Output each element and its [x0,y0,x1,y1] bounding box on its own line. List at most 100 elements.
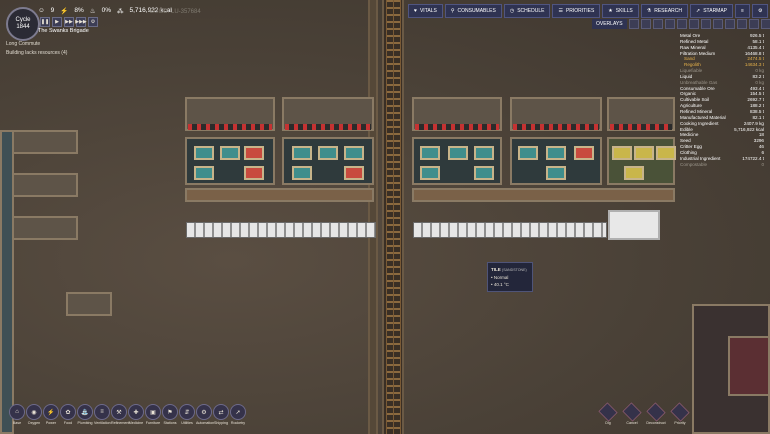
star-icon: ★ [608,8,613,14]
oxygen-overlay-icon[interactable] [628,19,639,29]
light-overlay-icon[interactable] [676,19,687,29]
vent-row [415,124,499,130]
base-inner-room[interactable] [728,336,770,396]
painting[interactable] [344,146,364,160]
overlays-label: OVERLAYS [592,19,627,29]
button-label: SKILLS [615,8,633,14]
settings-gear-icon[interactable]: ⚙ [88,17,98,27]
materials-overlay-icon[interactable] [664,19,675,29]
painting[interactable] [420,146,440,160]
farming-overlay-icon[interactable] [736,19,747,29]
gear-icon[interactable]: ⚙ [751,4,769,18]
painting[interactable] [448,146,468,160]
resource-row[interactable]: Compostable 0 [680,162,764,168]
painting[interactable] [220,146,240,160]
speed-3-button[interactable]: ▶▶▶ [75,17,87,27]
build-category-stations[interactable]: ⚑ Stations [162,404,178,425]
painting[interactable] [244,166,264,180]
deconstruct-tool-button[interactable]: Deconstruct [646,402,666,425]
ventilation-overlay-icon[interactable] [700,19,711,29]
starmap-button[interactable]: ➚ STARMAP [690,4,734,18]
painting[interactable] [518,146,538,160]
furniture-row[interactable] [185,188,374,202]
painting[interactable] [474,146,494,160]
painting[interactable] [344,166,364,180]
bed-row[interactable] [413,222,607,238]
build-category-label: Medicine [128,421,144,425]
build-category-ventilation[interactable]: ≡ Ventilation [94,404,111,425]
painting[interactable] [244,146,264,160]
fork-icon: ⚲ [450,8,455,14]
tooltip-title: TILE [491,267,501,272]
painting[interactable] [194,146,214,160]
painting[interactable] [194,166,214,180]
pause-button[interactable]: ❚❚ [40,17,50,27]
priority-tool-button[interactable]: Priority [670,402,690,425]
button-label: RESEARCH [654,8,683,14]
build-label: BUILD: LU-357684 [150,9,201,15]
furniture-row[interactable] [412,188,675,202]
rooms-overlay-icon[interactable] [748,19,759,29]
side-room[interactable] [66,292,112,316]
painting[interactable] [546,146,566,160]
fire-pole[interactable] [386,0,394,434]
build-category-label: Base [12,421,22,425]
speed-2-button[interactable]: ▶▶ [64,17,74,27]
plumbing-overlay-icon[interactable] [688,19,699,29]
tile-tooltip: TILE (SANDSTONE) • Normal • 40.1 °C [487,262,533,292]
menu-icon[interactable]: ≡ [735,4,750,18]
build-category-rocketry[interactable]: ➚ Rocketry [230,404,246,425]
decor-overlay-icon[interactable] [712,19,723,29]
painting[interactable] [624,166,644,180]
stress-value: 8% [74,7,84,14]
build-category-utilities[interactable]: ⇵ Utilities [179,404,195,425]
build-category-plumbing[interactable]: ⛲ Plumbing [77,404,93,425]
dig-tool-button[interactable]: Dig [598,402,618,425]
storage-room[interactable] [608,210,660,240]
game-world[interactable] [0,0,770,434]
build-category-oxygen[interactable]: ◉ Oxygen [26,404,42,425]
painting[interactable] [474,166,494,180]
painting[interactable] [420,166,440,180]
temperature-overlay-icon[interactable] [652,19,663,29]
notification-item[interactable]: Building lacks resources (4) [6,49,67,58]
build-category-label: Furniture [145,421,161,425]
skills-button[interactable]: ★ SKILLS [602,4,639,18]
painting[interactable] [656,146,676,160]
power-overlay-icon[interactable] [640,19,651,29]
wall-column [368,0,378,434]
speed-1-button[interactable]: ▶ [52,17,62,27]
painting[interactable] [634,146,654,160]
build-category-refinement[interactable]: ⚒ Refinement [111,404,129,425]
research-button[interactable]: ⚗ RESEARCH [640,4,689,18]
vitals-button[interactable]: ♥ VITALS [408,4,443,18]
vent-row [513,124,599,130]
build-category-food[interactable]: ✿ Food [60,404,76,425]
build-category-furniture[interactable]: ▣ Furniture [145,404,161,425]
cancel-tool-button[interactable]: Cancel [622,402,642,425]
exosuit-overlay-icon[interactable] [760,19,770,29]
painting[interactable] [318,146,338,160]
button-label: VITALS [419,8,437,14]
priorities-button[interactable]: ☰ PRIORITIES [552,4,601,18]
ladder[interactable] [393,0,401,434]
bed-row[interactable] [186,222,376,238]
build-category-shipping[interactable]: ⇄ Shipping [213,404,229,425]
speed-controls: ❚❚ ▶ ▶▶ ▶▶▶ ⚙ [40,17,98,27]
build-category-label: Stations [163,421,177,425]
consumables-button[interactable]: ⚲ CONSUMABLES [444,4,502,18]
germ-overlay-icon[interactable] [724,19,735,29]
build-category-medicine[interactable]: ✚ Medicine [128,404,144,425]
build-category-automation[interactable]: ⚙ Automation [196,404,214,425]
cycle-counter[interactable]: Cycle 1844 [6,7,40,41]
build-category-base[interactable]: ⌂ Base [9,404,25,425]
notification-item[interactable]: Long Commute [6,40,67,49]
painting[interactable] [292,146,312,160]
painting[interactable] [574,146,594,160]
painting[interactable] [612,146,632,160]
food-icon: ♨ [89,8,96,15]
painting[interactable] [292,166,312,180]
painting[interactable] [546,166,566,180]
build-category-power[interactable]: ⚡ Power [43,404,59,425]
schedule-button[interactable]: ◷ SCHEDULE [503,4,551,18]
